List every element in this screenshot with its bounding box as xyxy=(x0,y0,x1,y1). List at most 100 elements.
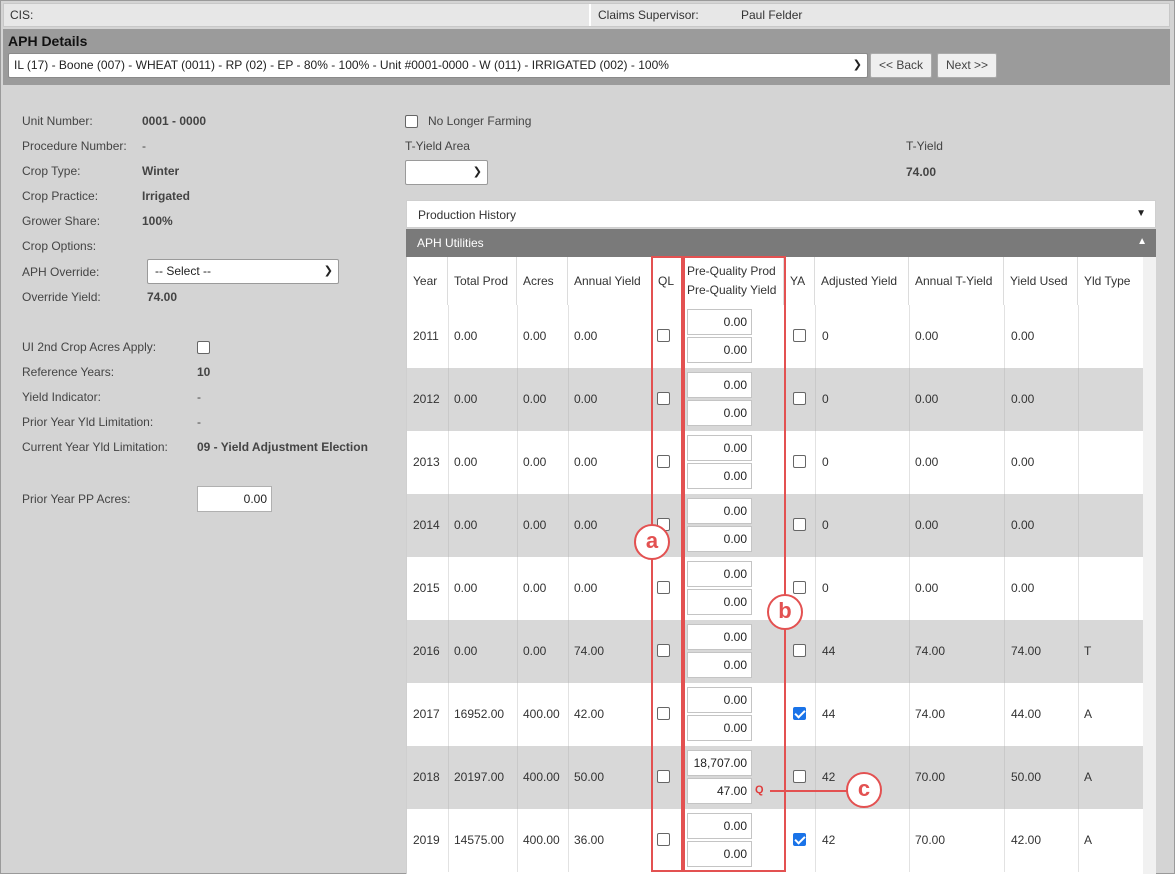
column-divider xyxy=(568,620,569,683)
column-divider xyxy=(517,746,518,809)
caret-up-icon: ▲ xyxy=(1137,236,1147,247)
cell-yield-used: 0.00 xyxy=(1011,581,1035,595)
override-yield-value: 74.00 xyxy=(147,290,178,304)
cell-adjusted-yield: 0 xyxy=(822,455,829,469)
aph-utilities-toggle[interactable]: APH Utilities ▲ xyxy=(406,229,1156,257)
t-yield-area-label: T-Yield Area xyxy=(405,139,470,153)
cell-annual-yield: 50.00 xyxy=(574,770,605,784)
crop-practice-label: Crop Practice: xyxy=(22,189,99,203)
cell-year: 2014 xyxy=(413,518,440,532)
aph-override-select[interactable]: -- Select -- ❯ xyxy=(147,259,339,284)
annotation-badge-c: c xyxy=(846,772,882,808)
annotation-badge-b: b xyxy=(767,594,803,630)
crop-options-label: Crop Options: xyxy=(22,239,97,253)
chevron-down-icon: ❯ xyxy=(852,59,862,71)
page-title: APH Details xyxy=(8,33,88,49)
column-divider xyxy=(909,620,910,683)
column-divider xyxy=(1004,746,1005,809)
column-divider xyxy=(1004,557,1005,620)
ya-checkbox[interactable] xyxy=(793,833,806,846)
column-divider xyxy=(909,431,910,494)
col-header-year: Year xyxy=(407,257,448,305)
column-divider xyxy=(1078,431,1079,494)
column-divider xyxy=(815,620,816,683)
column-divider xyxy=(1004,494,1005,557)
no-longer-farming-checkbox[interactable] xyxy=(405,115,418,128)
column-divider xyxy=(909,683,910,746)
cell-annual-t-yield: 70.00 xyxy=(915,833,946,847)
cell-adjusted-yield: 44 xyxy=(822,707,836,721)
cell-yield-used: 44.00 xyxy=(1011,707,1042,721)
next-button[interactable]: Next >> xyxy=(937,53,997,78)
column-divider xyxy=(568,305,569,368)
column-divider xyxy=(1078,557,1079,620)
column-divider xyxy=(909,305,910,368)
ya-checkbox[interactable] xyxy=(793,455,806,468)
ui-2nd-crop-checkbox[interactable] xyxy=(197,341,210,354)
yield-indicator-label: Yield Indicator: xyxy=(22,390,101,404)
grid-scrollbar[interactable] xyxy=(1143,257,1156,874)
col-header-total-prod: Total Prod xyxy=(448,257,517,305)
ya-checkbox[interactable] xyxy=(793,707,806,720)
column-divider xyxy=(815,431,816,494)
col-header-annual-t-yield: Annual T-Yield xyxy=(909,257,1004,305)
column-divider xyxy=(517,368,518,431)
cell-total-prod: 0.00 xyxy=(454,518,478,532)
column-divider xyxy=(568,746,569,809)
ya-checkbox[interactable] xyxy=(793,770,806,783)
cell-total-prod: 20197.00 xyxy=(454,770,505,784)
column-divider xyxy=(909,494,910,557)
ya-checkbox[interactable] xyxy=(793,392,806,405)
cell-total-prod: 14575.00 xyxy=(454,833,505,847)
cell-annual-t-yield: 0.00 xyxy=(915,455,939,469)
column-divider xyxy=(815,557,816,620)
t-yield-area-select[interactable]: ❯ xyxy=(405,160,488,185)
cell-annual-yield: 0.00 xyxy=(574,329,598,343)
column-divider xyxy=(568,431,569,494)
cell-annual-yield: 74.00 xyxy=(574,644,605,658)
column-divider xyxy=(1004,368,1005,431)
unit-selector[interactable]: IL (17) - Boone (007) - WHEAT (0011) - R… xyxy=(8,53,868,78)
column-divider xyxy=(568,494,569,557)
annotation-line-c xyxy=(770,790,847,792)
cell-annual-yield: 0.00 xyxy=(574,392,598,406)
prior-pp-acres-input[interactable]: 0.00 xyxy=(197,486,272,512)
cell-annual-t-yield: 70.00 xyxy=(915,770,946,784)
col-header-annual-yield: Annual Yield xyxy=(568,257,652,305)
cell-adjusted-yield: 0 xyxy=(822,392,829,406)
column-divider xyxy=(517,683,518,746)
column-divider xyxy=(568,683,569,746)
column-divider xyxy=(909,746,910,809)
ya-checkbox[interactable] xyxy=(793,644,806,657)
column-divider xyxy=(815,368,816,431)
column-divider xyxy=(1078,683,1079,746)
cell-acres: 0.00 xyxy=(523,455,547,469)
col-header-yield-used: Yield Used xyxy=(1004,257,1078,305)
cell-year: 2013 xyxy=(413,455,440,469)
chevron-down-icon: ❯ xyxy=(472,166,482,178)
back-button[interactable]: << Back xyxy=(870,53,932,78)
column-divider xyxy=(448,809,449,872)
grower-share-label: Grower Share: xyxy=(22,214,101,228)
ya-checkbox[interactable] xyxy=(793,329,806,342)
reference-years-value: 10 xyxy=(197,365,211,379)
column-divider xyxy=(815,746,816,809)
cell-yield-used: 42.00 xyxy=(1011,833,1042,847)
chevron-down-icon: ❯ xyxy=(323,265,333,277)
current-year-limit-label: Current Year Yld Limitation: xyxy=(22,440,168,454)
cell-year: 2018 xyxy=(413,770,440,784)
prior-year-limit-value: - xyxy=(197,415,201,429)
cell-annual-yield: 0.00 xyxy=(574,518,598,532)
reference-years-label: Reference Years: xyxy=(22,365,115,379)
annotation-box-b xyxy=(683,256,786,872)
ya-checkbox[interactable] xyxy=(793,581,806,594)
ya-checkbox[interactable] xyxy=(793,518,806,531)
column-divider xyxy=(517,620,518,683)
production-history-toggle[interactable]: Production History ▼ xyxy=(406,200,1156,228)
cell-yield-used: 0.00 xyxy=(1011,329,1035,343)
column-divider xyxy=(1004,305,1005,368)
cell-total-prod: 16952.00 xyxy=(454,707,505,721)
annotation-badge-a: a xyxy=(634,524,670,560)
cell-yield-used: 0.00 xyxy=(1011,455,1035,469)
column-divider xyxy=(448,305,449,368)
